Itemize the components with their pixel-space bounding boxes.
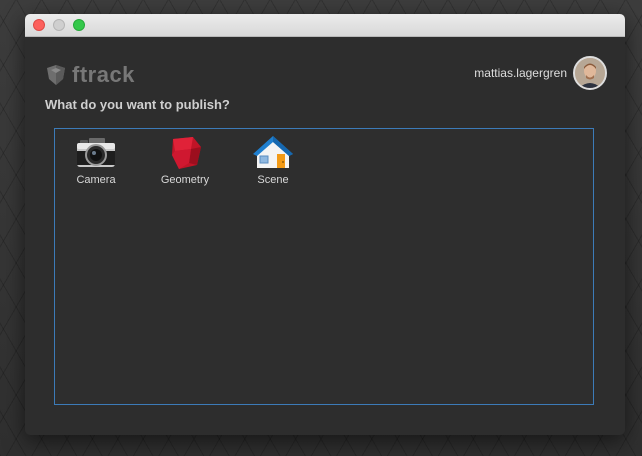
geometry-icon bbox=[172, 137, 201, 169]
username-label: mattias.lagergren bbox=[474, 66, 567, 80]
publish-options-panel: Camera Geometry Scene bbox=[54, 128, 594, 405]
minimize-window-button[interactable] bbox=[53, 19, 65, 31]
publish-option-camera[interactable]: Camera bbox=[56, 135, 136, 186]
house-icon bbox=[253, 136, 293, 168]
publish-option-geometry[interactable]: Geometry bbox=[145, 135, 225, 186]
user-info: mattias.lagergren bbox=[474, 56, 607, 90]
camera-label: Camera bbox=[76, 174, 116, 186]
avatar[interactable] bbox=[573, 56, 607, 90]
maximize-window-button[interactable] bbox=[73, 19, 85, 31]
ftrack-logo-icon bbox=[47, 65, 65, 85]
scene-label: Scene bbox=[257, 174, 289, 186]
geometry-label: Geometry bbox=[160, 174, 210, 186]
close-window-button[interactable] bbox=[33, 19, 45, 31]
camera-icon bbox=[77, 138, 115, 167]
ftrack-logo: ftrack bbox=[45, 62, 135, 87]
avatar-image bbox=[575, 58, 605, 88]
window-content: ftrack mattias.lagergren What do you wan… bbox=[25, 37, 625, 435]
publish-option-scene[interactable]: Scene bbox=[233, 135, 313, 186]
publisher-window: ftrack mattias.lagergren What do you wan… bbox=[25, 14, 625, 435]
publish-question: What do you want to publish? bbox=[45, 97, 230, 112]
title-bar[interactable] bbox=[25, 14, 625, 37]
logo-text: ftrack bbox=[72, 62, 135, 87]
